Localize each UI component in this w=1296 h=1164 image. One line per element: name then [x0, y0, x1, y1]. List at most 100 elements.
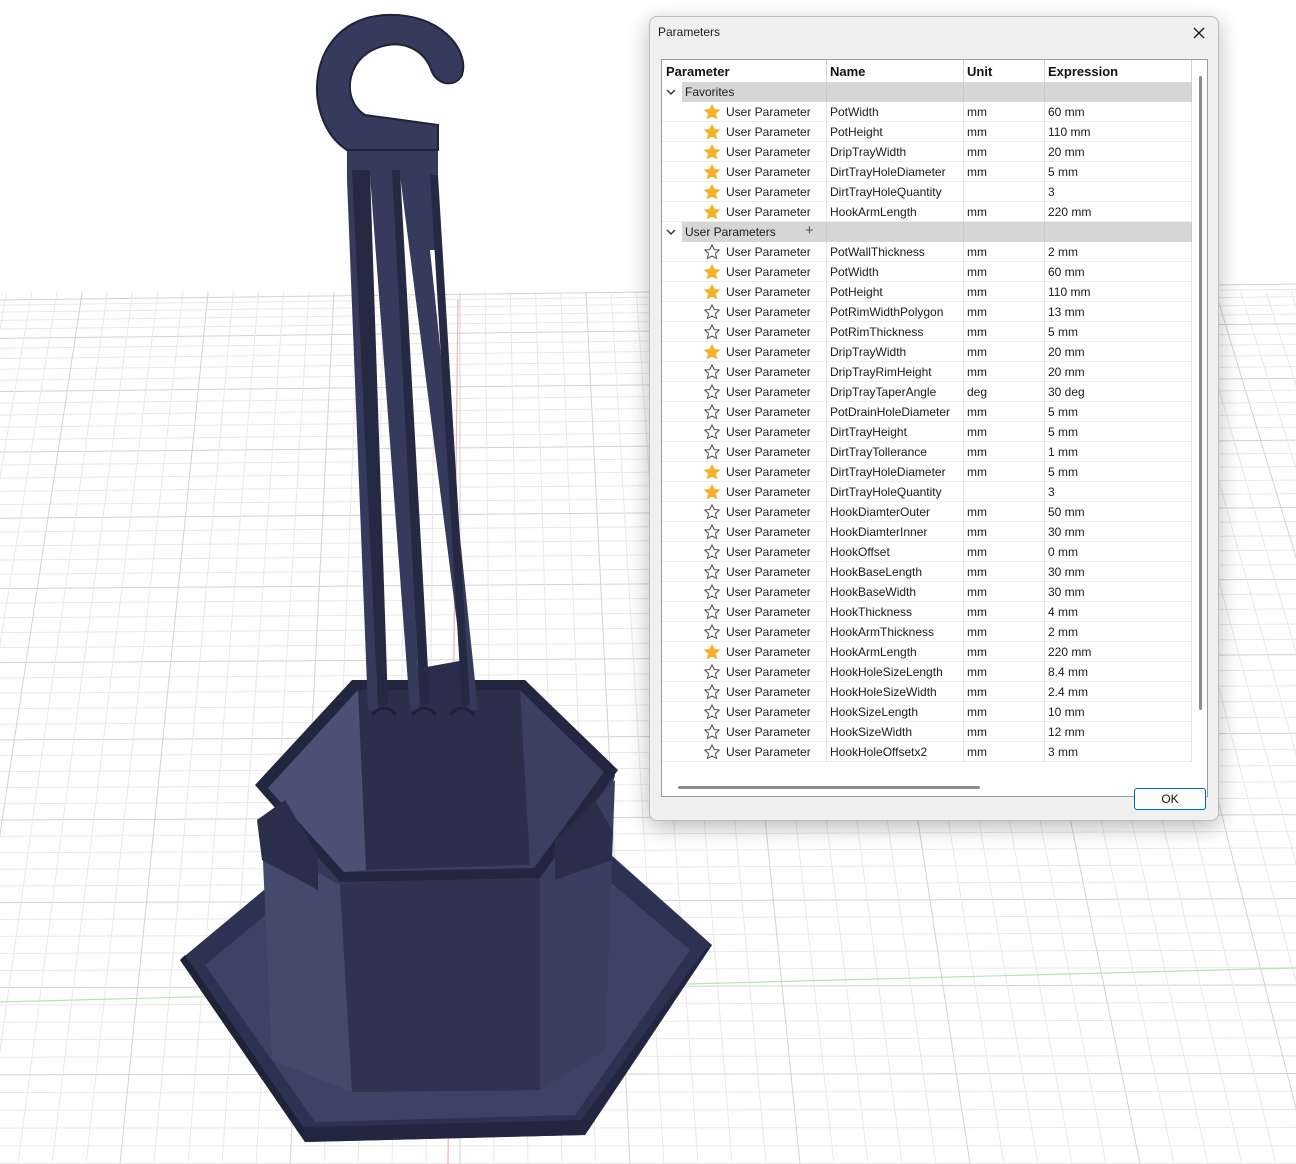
parameter-name[interactable]: HookSizeWidth	[830, 725, 912, 739]
table-row[interactable]: User Parameter DirtTrayHoleDiameter mm 5 mm	[662, 162, 1192, 182]
parameter-name[interactable]: HookArmThickness	[830, 625, 934, 639]
favorite-star-empty-icon[interactable]	[703, 443, 721, 464]
planter-model[interactable]	[180, 13, 712, 1142]
parameter-name[interactable]: PotHeight	[830, 285, 883, 299]
parameter-unit[interactable]: mm	[967, 325, 987, 339]
vertical-scrollbar[interactable]	[1195, 60, 1207, 776]
parameter-unit[interactable]: mm	[967, 605, 987, 619]
favorite-star-empty-icon[interactable]	[703, 423, 721, 444]
parameter-name[interactable]: HookArmLength	[830, 205, 917, 219]
parameter-name[interactable]: PotRimThickness	[830, 325, 923, 339]
table-row[interactable]: User Parameter DripTrayWidth mm 20 mm	[662, 142, 1192, 162]
parameter-expression[interactable]: 220 mm	[1048, 205, 1091, 219]
parameter-expression[interactable]: 20 mm	[1048, 365, 1085, 379]
parameter-name[interactable]: HookBaseWidth	[830, 585, 916, 599]
parameter-expression[interactable]: 10 mm	[1048, 705, 1085, 719]
favorite-star-empty-icon[interactable]	[703, 583, 721, 604]
parameter-name[interactable]: DirtTrayHoleDiameter	[830, 465, 946, 479]
favorite-star-empty-icon[interactable]	[703, 503, 721, 524]
table-row[interactable]: User Parameter HookArmThickness mm 2 mm	[662, 622, 1192, 642]
parameter-expression[interactable]: 1 mm	[1048, 445, 1078, 459]
parameter-unit[interactable]: mm	[967, 125, 987, 139]
table-row[interactable]: User Parameter HookArmLength mm 220 mm	[662, 202, 1192, 222]
parameter-unit[interactable]: mm	[967, 625, 987, 639]
parameter-name[interactable]: DirtTrayHoleQuantity	[830, 485, 942, 499]
parameter-expression[interactable]: 3	[1048, 185, 1055, 199]
table-row[interactable]: User Parameter PotHeight mm 110 mm	[662, 122, 1192, 142]
parameter-expression[interactable]: 5 mm	[1048, 405, 1078, 419]
parameter-unit[interactable]: mm	[967, 205, 987, 219]
parameter-unit[interactable]: mm	[967, 745, 987, 759]
parameter-expression[interactable]: 2 mm	[1048, 245, 1078, 259]
favorite-star-empty-icon[interactable]	[703, 383, 721, 404]
parameter-expression[interactable]: 12 mm	[1048, 725, 1085, 739]
parameter-expression[interactable]: 50 mm	[1048, 505, 1085, 519]
add-parameter-icon[interactable]: +	[805, 223, 814, 238]
parameter-expression[interactable]: 20 mm	[1048, 345, 1085, 359]
favorite-star-empty-icon[interactable]	[703, 703, 721, 724]
parameter-unit[interactable]: mm	[967, 165, 987, 179]
favorite-star-empty-icon[interactable]	[703, 683, 721, 704]
ok-button[interactable]: OK	[1134, 788, 1206, 810]
parameter-expression[interactable]: 5 mm	[1048, 425, 1078, 439]
table-row[interactable]: User Parameter DirtTrayHoleDiameter mm 5 mm	[662, 462, 1192, 482]
parameter-unit[interactable]: mm	[967, 525, 987, 539]
parameter-name[interactable]: DirtTrayHoleDiameter	[830, 165, 946, 179]
favorite-star-filled-icon[interactable]	[703, 203, 721, 224]
table-row[interactable]: User Parameter HookOffset mm 0 mm	[662, 542, 1192, 562]
favorite-star-filled-icon[interactable]	[703, 463, 721, 484]
horizontal-scrollbar[interactable]	[662, 776, 1195, 796]
favorite-star-empty-icon[interactable]	[703, 303, 721, 324]
group-row-user-parameters[interactable]: User Parameters +	[662, 222, 1192, 242]
parameter-unit[interactable]: mm	[967, 705, 987, 719]
favorite-star-filled-icon[interactable]	[703, 643, 721, 664]
parameter-expression[interactable]: 5 mm	[1048, 465, 1078, 479]
parameter-name[interactable]: PotWidth	[830, 265, 879, 279]
parameter-expression[interactable]: 3 mm	[1048, 745, 1078, 759]
favorite-star-filled-icon[interactable]	[703, 143, 721, 164]
column-header-unit[interactable]: Unit	[967, 64, 992, 79]
table-row[interactable]: User Parameter HookBaseWidth mm 30 mm	[662, 582, 1192, 602]
parameter-unit[interactable]: mm	[967, 345, 987, 359]
table-row[interactable]: User Parameter HookArmLength mm 220 mm	[662, 642, 1192, 662]
parameter-unit[interactable]: mm	[967, 285, 987, 299]
parameter-expression[interactable]: 110 mm	[1048, 125, 1090, 139]
favorite-star-empty-icon[interactable]	[703, 723, 721, 744]
close-button[interactable]	[1186, 21, 1212, 45]
parameter-unit[interactable]: mm	[967, 105, 987, 119]
favorite-star-empty-icon[interactable]	[703, 603, 721, 624]
parameter-unit[interactable]: mm	[967, 645, 987, 659]
parameter-name[interactable]: PotRimWidthPolygon	[830, 305, 943, 319]
parameter-unit[interactable]: mm	[967, 505, 987, 519]
favorite-star-empty-icon[interactable]	[703, 623, 721, 644]
table-row[interactable]: User Parameter PotWidth mm 60 mm	[662, 262, 1192, 282]
parameter-name[interactable]: DripTrayWidth	[830, 145, 906, 159]
parameter-expression[interactable]: 2.4 mm	[1048, 685, 1088, 699]
table-row[interactable]: User Parameter DirtTrayHoleQuantity 3	[662, 482, 1192, 502]
favorite-star-filled-icon[interactable]	[703, 483, 721, 504]
parameter-name[interactable]: HookBaseLength	[830, 565, 922, 579]
parameter-expression[interactable]: 60 mm	[1048, 105, 1085, 119]
parameter-name[interactable]: DripTrayTaperAngle	[830, 385, 936, 399]
parameter-name[interactable]: DirtTrayTollerance	[830, 445, 927, 459]
parameter-name[interactable]: HookThickness	[830, 605, 912, 619]
parameter-name[interactable]: HookHoleOffsetx2	[830, 745, 927, 759]
table-row[interactable]: User Parameter DripTrayRimHeight mm 20 mm	[662, 362, 1192, 382]
parameter-name[interactable]: HookHoleSizeLength	[830, 665, 943, 679]
favorite-star-filled-icon[interactable]	[703, 283, 721, 304]
favorite-star-empty-icon[interactable]	[703, 563, 721, 584]
parameter-name[interactable]: PotHeight	[830, 125, 883, 139]
table-row[interactable]: User Parameter HookDiamterOuter mm 50 mm	[662, 502, 1192, 522]
parameter-name[interactable]: PotWallThickness	[830, 245, 925, 259]
parameter-name[interactable]: DirtTrayHeight	[830, 425, 907, 439]
table-row[interactable]: User Parameter HookSizeWidth mm 12 mm	[662, 722, 1192, 742]
parameter-expression[interactable]: 30 deg	[1048, 385, 1085, 399]
table-row[interactable]: User Parameter DripTrayTaperAngle deg 30 de…	[662, 382, 1192, 402]
parameter-name[interactable]: HookOffset	[830, 545, 890, 559]
parameter-unit[interactable]: mm	[967, 245, 987, 259]
parameter-unit[interactable]: mm	[967, 445, 987, 459]
parameter-expression[interactable]: 8.4 mm	[1048, 665, 1088, 679]
table-row[interactable]: User Parameter PotRimThickness mm 5 mm	[662, 322, 1192, 342]
parameter-unit[interactable]: mm	[967, 585, 987, 599]
favorite-star-filled-icon[interactable]	[703, 163, 721, 184]
